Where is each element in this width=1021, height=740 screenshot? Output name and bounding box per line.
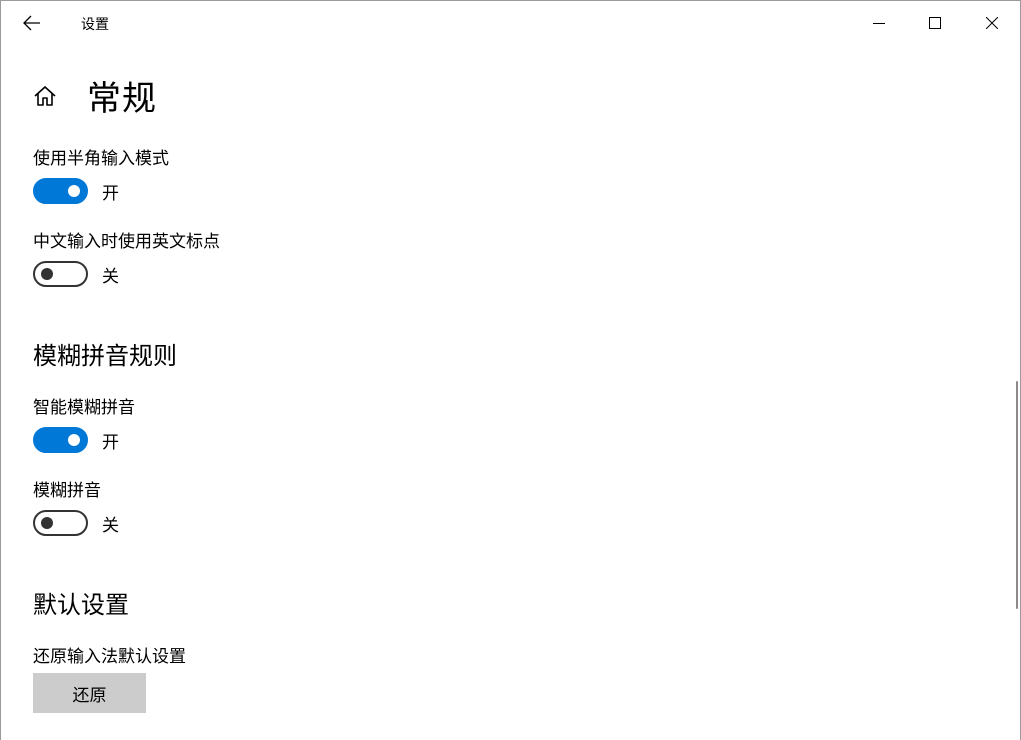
page-title: 常规	[87, 79, 157, 119]
title-bar: 设置	[1, 1, 1020, 45]
maximize-button[interactable]	[915, 7, 955, 39]
page-header: 常规	[33, 71, 157, 120]
home-icon[interactable]	[33, 83, 59, 109]
defaults-heading: 默认设置	[33, 591, 129, 619]
maximize-icon	[929, 17, 941, 29]
settings-window: 设置 常规 使用半角输入模式 开 中文输入时使用英文标点 关 模糊拼音规则 智能…	[0, 0, 1021, 740]
toggle-knob	[41, 517, 53, 529]
fuzzy-pinyin-state: 关	[102, 515, 119, 536]
fuzzy-pinyin-row: 关	[33, 510, 119, 536]
back-button[interactable]	[15, 9, 49, 37]
fuzzy-rules-heading: 模糊拼音规则	[33, 342, 177, 370]
toggle-knob	[68, 434, 80, 446]
close-button[interactable]	[972, 7, 1012, 39]
halfwidth-mode-toggle[interactable]	[33, 178, 88, 204]
halfwidth-mode-row: 开	[33, 178, 119, 204]
english-punctuation-state: 关	[102, 266, 119, 287]
toggle-knob	[68, 185, 80, 197]
minimize-icon	[873, 23, 885, 24]
smart-fuzzy-toggle[interactable]	[33, 427, 88, 453]
smart-fuzzy-state: 开	[102, 432, 119, 453]
smart-fuzzy-label: 智能模糊拼音	[33, 398, 135, 418]
reset-defaults-label: 还原输入法默认设置	[33, 647, 186, 667]
fuzzy-pinyin-toggle[interactable]	[33, 510, 88, 536]
english-punctuation-toggle[interactable]	[33, 261, 88, 287]
toggle-knob	[41, 268, 53, 280]
halfwidth-mode-label: 使用半角输入模式	[33, 149, 169, 169]
halfwidth-mode-state: 开	[102, 183, 119, 204]
close-icon	[986, 17, 998, 29]
vertical-scrollbar[interactable]	[1016, 381, 1018, 609]
minimize-button[interactable]	[859, 7, 899, 39]
smart-fuzzy-row: 开	[33, 427, 119, 453]
window-title: 设置	[81, 17, 109, 33]
fuzzy-pinyin-label: 模糊拼音	[33, 481, 101, 501]
back-arrow-icon	[23, 15, 40, 31]
reset-button[interactable]: 还原	[33, 673, 146, 713]
english-punctuation-row: 关	[33, 261, 119, 287]
english-punctuation-label: 中文输入时使用英文标点	[33, 232, 220, 252]
